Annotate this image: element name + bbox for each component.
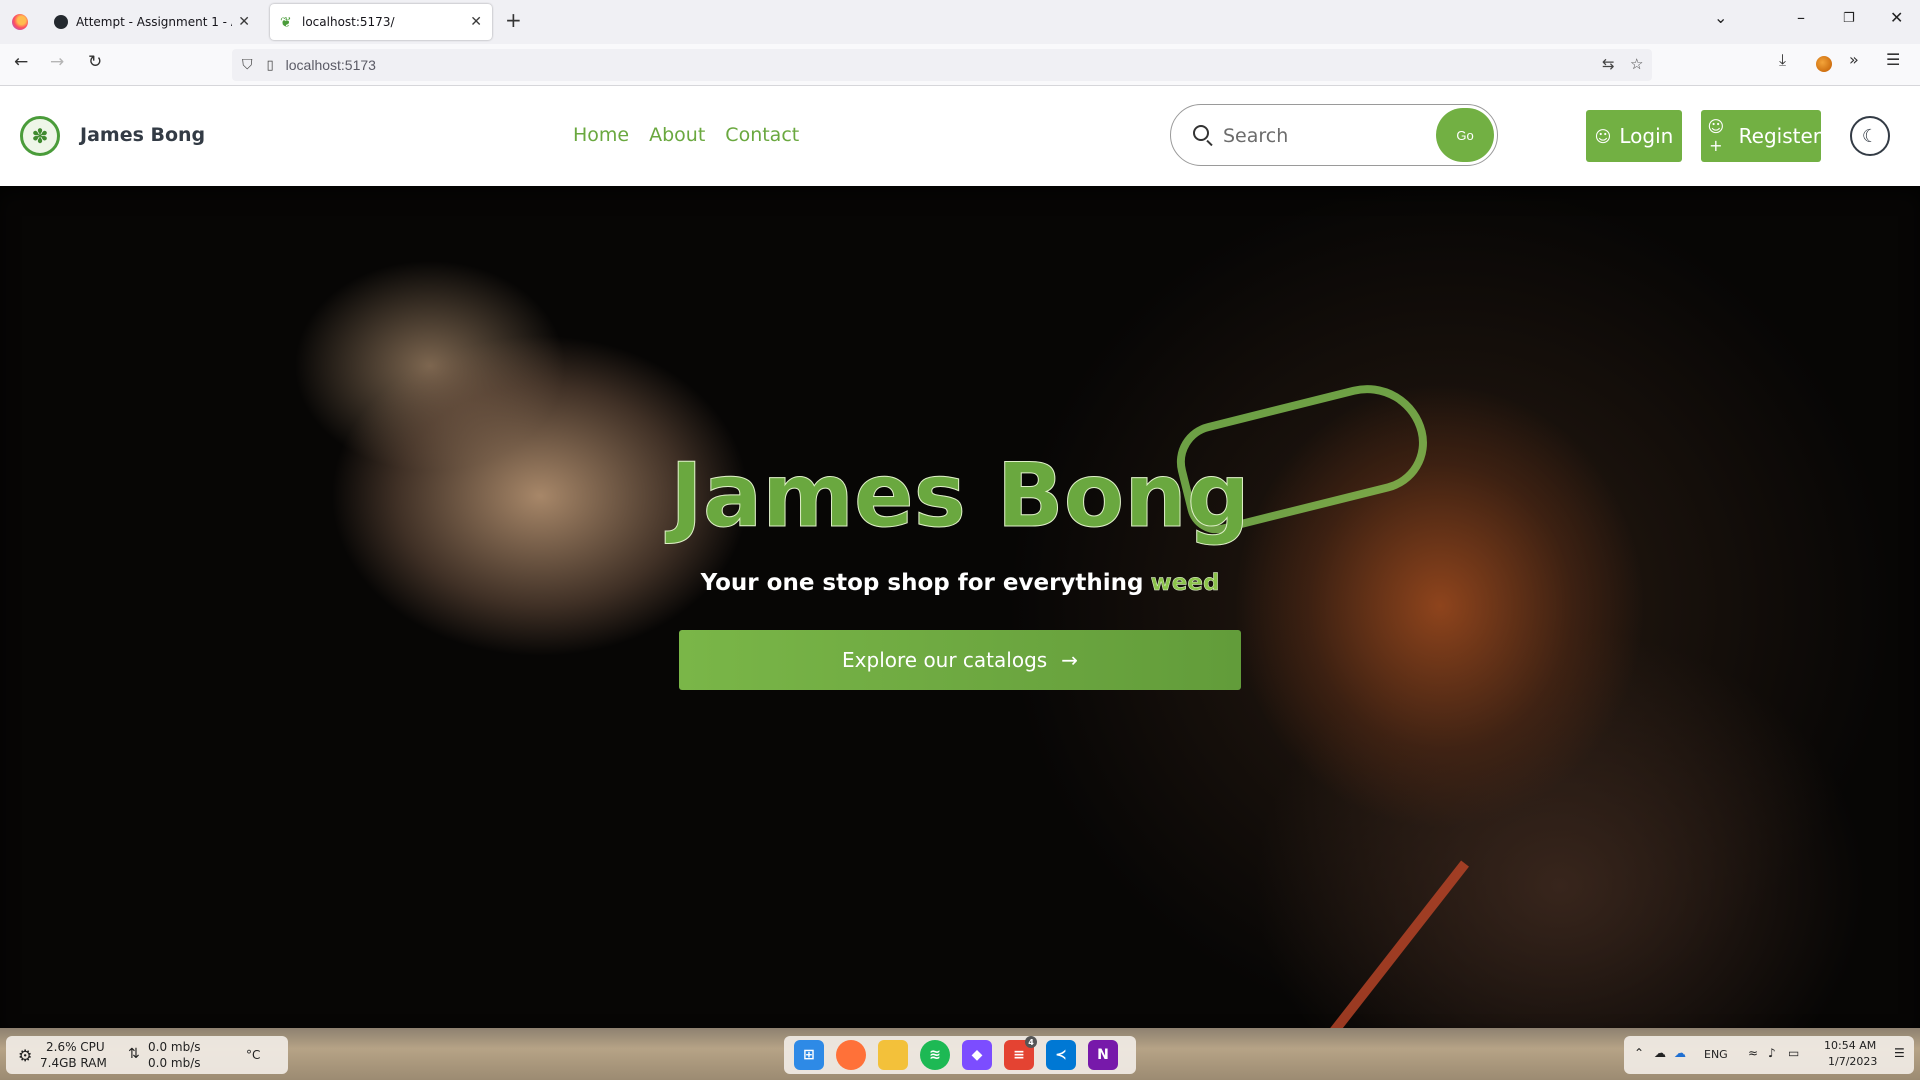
explore-catalogs-button[interactable]: Explore our catalogs → <box>679 630 1241 690</box>
todoist-badge: 4 <box>1025 1036 1037 1048</box>
list-all-tabs-icon[interactable]: ⌄ <box>1714 8 1727 27</box>
hero-content: James Bong Your one stop shop for everyt… <box>0 186 1920 1028</box>
page-info-icon[interactable]: ▯ <box>267 58 274 73</box>
hero-subtitle-text: Your one stop shop for everything <box>700 570 1144 596</box>
net-download: 0.0 mb/s <box>148 1056 201 1070</box>
start-icon[interactable]: ⊞ <box>794 1040 824 1070</box>
forward-arrow-icon[interactable]: → <box>50 52 64 72</box>
hero-subtitle-highlight: weed <box>1150 570 1220 597</box>
search-go-button[interactable]: Go <box>1436 108 1494 162</box>
extension-icon[interactable] <box>1816 56 1832 72</box>
wifi-icon[interactable]: ≈ <box>1748 1046 1758 1060</box>
network-arrows-icon: ⇅ <box>128 1046 140 1062</box>
hero-section: James Bong Your one stop shop for everyt… <box>0 186 1920 1028</box>
cannabis-logo-icon[interactable]: ✽ <box>20 116 60 156</box>
system-monitor-widget[interactable]: ⚙ 2.6% CPU 7.4GB RAM ⇅ 0.0 mb/s 0.0 mb/s… <box>6 1036 288 1074</box>
firefox-icon[interactable] <box>836 1040 866 1070</box>
clock-date[interactable]: 1/7/2023 <box>1828 1055 1877 1068</box>
restore-icon[interactable]: ❐ <box>1843 11 1855 26</box>
todoist-icon[interactable]: ≡ 4 <box>1004 1036 1037 1070</box>
cloud-icon[interactable]: ☁ <box>1654 1046 1666 1060</box>
github-icon <box>54 15 68 29</box>
nav-link-home[interactable]: Home <box>573 124 629 146</box>
volume-icon[interactable]: ♪ <box>1768 1046 1776 1060</box>
clock-time[interactable]: 10:54 AM <box>1824 1039 1876 1052</box>
hamburger-menu-icon[interactable]: ☰ <box>1886 50 1900 69</box>
register-label: Register <box>1738 124 1821 148</box>
register-button[interactable]: ☺+ Register <box>1701 110 1821 162</box>
login-label: Login <box>1619 124 1674 148</box>
search-icon <box>1193 125 1209 141</box>
firefox-menu-icon[interactable] <box>12 14 28 30</box>
tab-localhost[interactable]: ❦ localhost:5173/ ✕ <box>270 4 492 40</box>
cpu-usage: 2.6% CPU <box>46 1040 105 1054</box>
taskbar-apps: ⊞ ≋ ◆ ≡ 4 ≺ N <box>784 1036 1136 1074</box>
explore-catalogs-label: Explore our catalogs <box>842 648 1048 672</box>
tray-overflow-icon[interactable]: ⌃ <box>1634 1046 1644 1060</box>
new-tab-button[interactable]: + <box>505 8 522 32</box>
onedrive-icon[interactable]: ☁ <box>1674 1046 1686 1060</box>
extensions-overflow-icon[interactable]: » <box>1849 50 1859 69</box>
moon-theme-toggle-icon[interactable]: ☾ <box>1850 116 1890 156</box>
arrow-right-icon: → <box>1061 648 1078 672</box>
battery-icon[interactable]: ▭ <box>1788 1046 1799 1060</box>
main-nav: Home About Contact <box>573 124 799 146</box>
minimize-icon[interactable]: – <box>1797 8 1805 27</box>
user-plus-icon: ☺+ <box>1707 117 1725 155</box>
nav-link-about[interactable]: About <box>649 124 705 146</box>
reload-icon[interactable]: ↻ <box>88 52 102 72</box>
tab-title: localhost:5173/ <box>302 15 395 29</box>
hero-title: James Bong <box>670 444 1251 548</box>
login-button[interactable]: ☺ Login <box>1586 110 1682 162</box>
site-header: ✽ James Bong Home About Contact Go ☺ Log… <box>0 86 1920 186</box>
back-arrow-icon[interactable]: ← <box>14 52 28 72</box>
cpu-chip-icon: ⚙ <box>18 1046 33 1065</box>
search-input[interactable] <box>1223 121 1423 151</box>
brand-name[interactable]: James Bong <box>80 124 205 146</box>
downloads-icon[interactable]: ⤓ <box>1779 50 1786 70</box>
onenote-icon[interactable]: N <box>1088 1040 1118 1070</box>
browser-nav-bar: ← → ↻ ⛉ ▯ localhost:5173 ⇆ ☆ ⤓ » ☰ <box>0 44 1920 86</box>
leaf-favicon-icon: ❦ <box>280 15 292 31</box>
user-icon: ☺ <box>1594 126 1612 146</box>
ram-usage: 7.4GB RAM <box>40 1056 107 1070</box>
obsidian-icon[interactable]: ◆ <box>962 1040 992 1070</box>
windows-taskbar: ⚙ 2.6% CPU 7.4GB RAM ⇅ 0.0 mb/s 0.0 mb/s… <box>0 1028 1920 1080</box>
browser-tab-strip: Attempt - Assignment 1 - Assig ✕ ❦ local… <box>0 0 1920 44</box>
tab-title: Attempt - Assignment 1 - Assig <box>76 15 232 29</box>
temperature: °C <box>246 1048 261 1062</box>
hero-subtitle: Your one stop shop for everything weed <box>0 570 1920 597</box>
net-upload: 0.0 mb/s <box>148 1040 201 1054</box>
url-text[interactable]: localhost:5173 <box>286 57 376 73</box>
nav-link-contact[interactable]: Contact <box>725 124 799 146</box>
close-window-icon[interactable]: ✕ <box>1890 8 1903 27</box>
bookmark-star-icon[interactable]: ☆ <box>1630 55 1643 73</box>
url-bar[interactable]: ⛉ ▯ localhost:5173 ⇆ ☆ <box>232 49 1652 81</box>
close-tab-icon[interactable]: ✕ <box>470 14 482 30</box>
language-indicator[interactable]: ENG <box>1704 1048 1728 1061</box>
translate-icon[interactable]: ⇆ <box>1602 55 1615 73</box>
tab-assignment[interactable]: Attempt - Assignment 1 - Assig ✕ <box>44 4 260 40</box>
search-box: Go <box>1170 104 1498 166</box>
close-tab-icon[interactable]: ✕ <box>238 14 250 30</box>
vscode-icon[interactable]: ≺ <box>1046 1040 1076 1070</box>
system-tray: ⌃ ☁ ☁ ENG ≈ ♪ ▭ 10:54 AM 1/7/2023 ☰ <box>1624 1036 1914 1074</box>
file-explorer-icon[interactable] <box>878 1040 908 1070</box>
notification-icon[interactable]: ☰ <box>1894 1046 1905 1060</box>
shield-icon[interactable]: ⛉ <box>242 57 253 73</box>
spotify-icon[interactable]: ≋ <box>920 1040 950 1070</box>
